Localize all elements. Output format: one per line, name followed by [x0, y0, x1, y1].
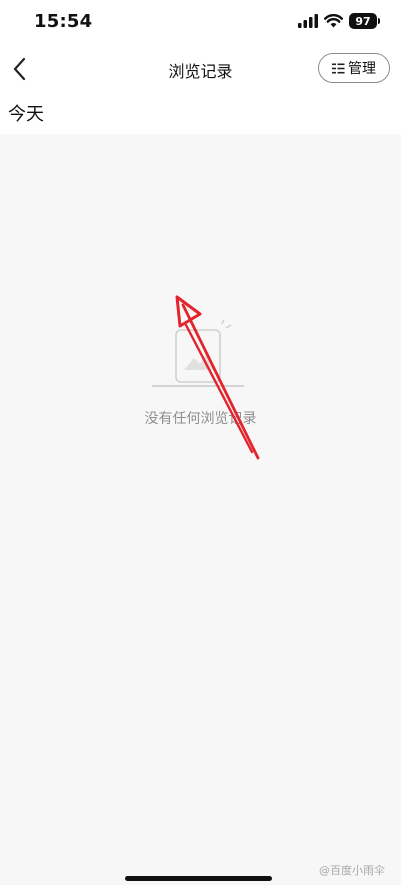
- status-bar: 15:54 97: [0, 0, 401, 44]
- empty-state-message: 没有任何浏览记录: [144, 411, 257, 427]
- status-time: 15:54: [34, 11, 93, 32]
- cellular-signal-icon: [298, 14, 318, 28]
- history-list-area[interactable]: [0, 134, 401, 885]
- home-indicator[interactable]: [125, 876, 272, 881]
- battery-level: 97: [355, 14, 371, 28]
- empty-document-icon: [152, 320, 244, 387]
- section-header-today: 今天: [8, 104, 44, 125]
- watermark: @百度小雨伞: [319, 864, 385, 877]
- status-icons: 97: [298, 13, 380, 29]
- navigation-bar: 浏览记录 管理: [0, 48, 401, 90]
- manage-button[interactable]: 管理: [318, 53, 390, 83]
- manage-label: 管理: [348, 61, 376, 77]
- list-icon: [332, 63, 345, 73]
- battery-indicator: 97: [349, 13, 380, 29]
- wifi-icon: [324, 14, 343, 28]
